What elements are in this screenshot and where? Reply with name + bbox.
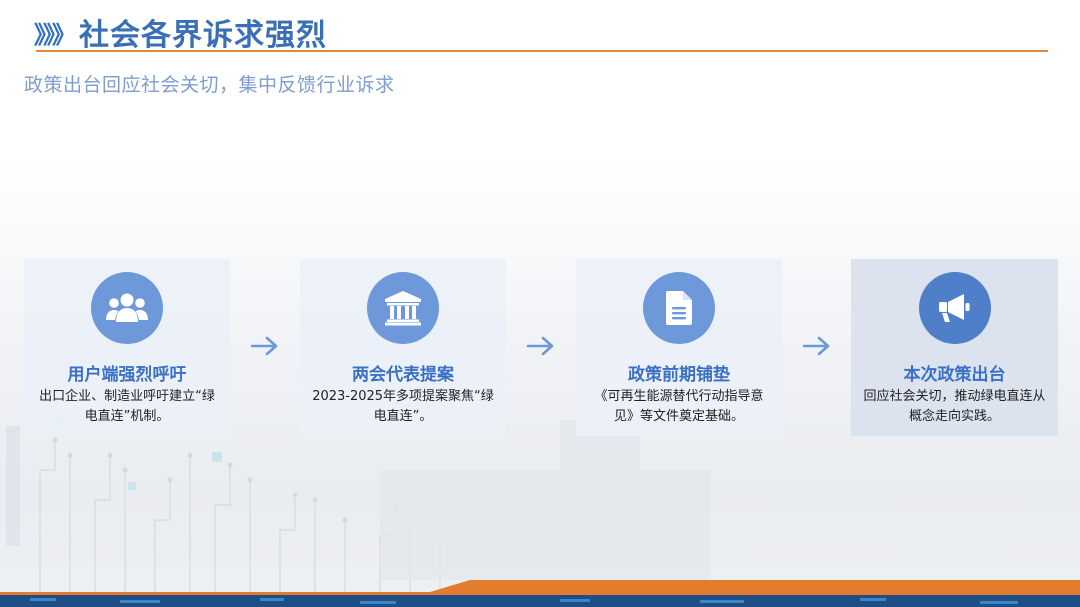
megaphone-icon (938, 294, 969, 322)
step-title: 本次政策出台 (903, 365, 1006, 385)
step-title: 用户端强烈呼吁 (67, 365, 187, 385)
arrow-right-icon (526, 336, 554, 356)
arrow-right-icon (802, 336, 830, 356)
step-icon-circle (367, 272, 439, 344)
page-subtitle: 政策出台回应社会关切，集中反馈行业诉求 (24, 74, 395, 96)
step-card-1: 用户端强烈呼吁 出口企业、制造业呼吁建立“绿电直连”机制。 (24, 259, 230, 436)
step-description: 《可再生能源替代行动指导意见》等文件奠定基础。 (594, 389, 764, 424)
title-divider (36, 50, 1048, 52)
step-card-4: 本次政策出台 回应社会关切，推动绿电直连从概念走向实践。 (851, 259, 1058, 436)
step-card-3: 政策前期铺垫 《可再生能源替代行动指导意见》等文件奠定基础。 (576, 259, 782, 436)
step-title: 政策前期铺垫 (628, 365, 730, 385)
step-description: 2023-2025年多项提案聚焦“绿电直连”。 (312, 389, 494, 424)
step-icon-circle (918, 272, 991, 344)
step-description: 回应社会关切，推动绿电直连从概念走向实践。 (863, 389, 1046, 424)
document-icon (666, 291, 692, 325)
step-description: 出口企业、制造业呼吁建立“绿电直连”机制。 (39, 389, 215, 424)
users-icon (106, 293, 148, 322)
page-title: 社会各界诉求强烈 (79, 18, 327, 53)
arrow-right-icon (250, 336, 278, 356)
step-icon-circle (91, 272, 163, 344)
slide-header: 》》》 社会各界诉求强烈 (34, 12, 327, 53)
institution-icon (385, 291, 421, 326)
step-icon-circle (643, 272, 715, 344)
chevron-decoration: 》》》 (34, 20, 76, 49)
step-card-2: 两会代表提案 2023-2025年多项提案聚焦“绿电直连”。 (300, 259, 506, 436)
step-title: 两会代表提案 (352, 365, 454, 385)
